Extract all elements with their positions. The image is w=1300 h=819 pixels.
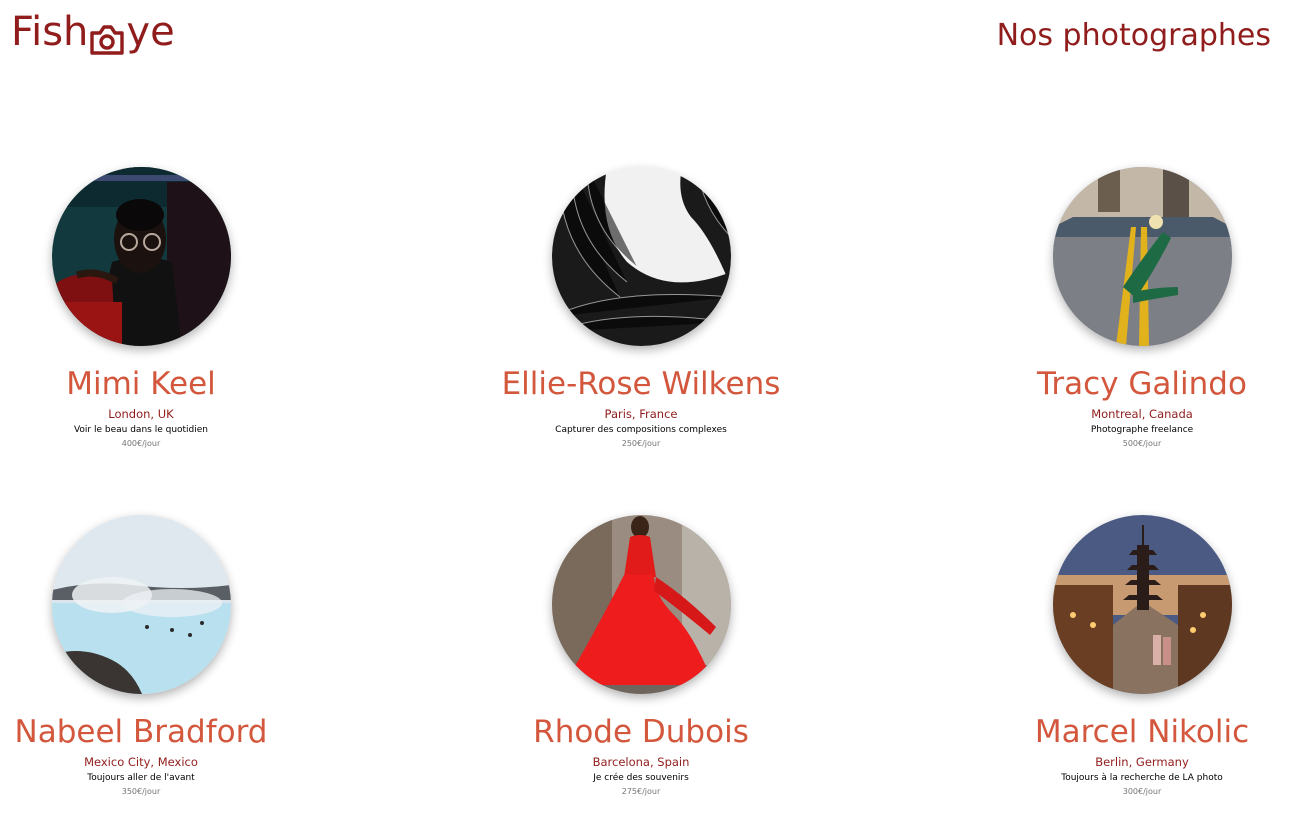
photographer-location: Mexico City, Mexico [84,755,198,769]
photographer-card[interactable]: Marcel Nikolic Berlin, Germany Toujours … [992,515,1292,798]
logo-text-right: ye [126,9,175,55]
portrait-image[interactable] [51,167,231,346]
photographer-name: Mimi Keel [66,366,216,402]
logo-text-left: Fish [11,9,89,55]
photographer-card[interactable]: Rhode Dubois Barcelona, Spain Je crée de… [491,515,791,798]
portrait-image[interactable] [1052,167,1232,346]
photographers-grid: Mimi Keel London, UK Voir le beau dans l… [0,167,1300,819]
photographer-price: 300€/jour [1122,787,1162,796]
photographer-card[interactable]: Ellie-Rose Wilkens Paris, France Capture… [491,167,791,450]
photographer-location: Barcelona, Spain [592,755,690,769]
portrait-image[interactable] [551,167,731,346]
photographer-card[interactable]: Tracy Galindo Montreal, Canada Photograp… [992,167,1292,450]
photographer-tagline: Je crée des souvenirs [593,773,689,783]
fisheye-logo[interactable]: Fish ye [11,4,175,60]
photographer-price: 350€/jour [121,787,161,796]
portrait-image[interactable] [551,515,731,694]
photographer-tagline: Voir le beau dans le quotidien [73,425,209,435]
photographer-location: London, UK [108,407,174,421]
photographer-location: Berlin, Germany [1095,755,1189,769]
photographer-tagline: Toujours aller de l'avant [87,773,195,783]
photographer-price: 275€/jour [621,787,661,796]
photographer-name: Tracy Galindo [1037,366,1247,402]
photographer-name: Rhode Dubois [533,714,749,750]
portrait-image[interactable] [51,515,231,694]
page-title: Nos photographes [996,18,1271,53]
photographer-tagline: Toujours à la recherche de LA photo [1061,773,1223,783]
photographer-tagline: Capturer des compositions complexes [555,425,727,435]
site-header: Fish ye Nos photographes [0,0,1300,100]
photographer-tagline: Photographe freelance [1090,425,1194,435]
portrait-image[interactable] [1052,515,1232,694]
photographer-location: Montreal, Canada [1091,407,1193,421]
photographer-location: Paris, France [604,407,678,421]
photographer-name: Marcel Nikolic [1034,714,1250,750]
photographer-name: Nabeel Bradford [14,714,268,750]
photographer-price: 400€/jour [121,439,161,448]
photographer-name: Ellie-Rose Wilkens [501,366,781,402]
photographer-price: 250€/jour [621,439,661,448]
camera-icon [89,16,125,55]
photographer-price: 500€/jour [1122,439,1162,448]
photographer-card[interactable]: Mimi Keel London, UK Voir le beau dans l… [0,167,291,450]
photographer-card[interactable]: Nabeel Bradford Mexico City, Mexico Touj… [0,515,291,798]
